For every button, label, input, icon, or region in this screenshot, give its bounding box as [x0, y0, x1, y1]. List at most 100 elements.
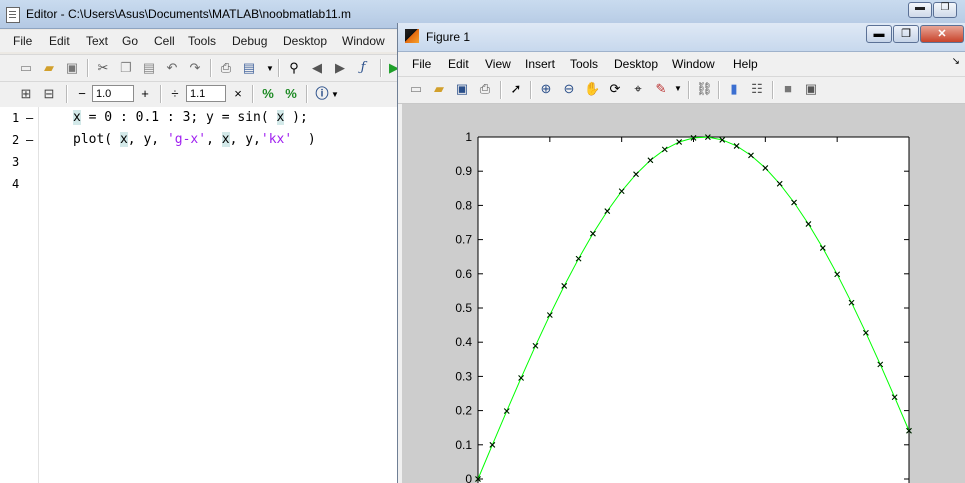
toolbar-separator	[210, 59, 212, 77]
back-arrow-icon[interactable]: ◀	[309, 60, 325, 76]
editor-menu-edit[interactable]: Edit	[49, 34, 70, 48]
figure-menu-help[interactable]: Help	[733, 57, 758, 71]
toolbar-separator	[380, 59, 382, 77]
figure-menu-view[interactable]: View	[485, 57, 511, 71]
editor-menu-desktop[interactable]: Desktop	[283, 34, 327, 48]
comment-percent-icon[interactable]: %	[260, 86, 276, 102]
chevron-down-icon[interactable]: ▼	[670, 81, 686, 97]
decrement-button[interactable]: −	[74, 86, 90, 102]
uncomment-percent-icon[interactable]: %	[283, 86, 299, 102]
plot-svg[interactable]: 0 0.1 0.2 0.3 0.4 0.5 0.6 0.7 0.8 0.9 1	[402, 104, 965, 483]
editor-menu-window[interactable]: Window	[342, 34, 385, 48]
hide-plot-tools-icon[interactable]: ■	[780, 81, 796, 97]
editor-menu-go[interactable]: Go	[122, 34, 138, 48]
line-marker[interactable]: –	[26, 133, 33, 147]
zoom-out-icon[interactable]: ⊖	[561, 81, 577, 97]
figure-window-buttons: ▬ ❐ ✕	[865, 25, 964, 43]
paste-icon[interactable]: ▤	[141, 60, 157, 76]
editor-minimize-button[interactable]: ▬	[908, 2, 932, 18]
legend-icon[interactable]: ☷	[749, 81, 765, 97]
print-icon[interactable]: ⎙	[218, 60, 234, 76]
function-icon[interactable]: ƒ	[355, 60, 371, 76]
y-tick-label: 0.3	[455, 369, 472, 383]
editor-window-buttons: ▬ ❐	[907, 2, 957, 18]
editor-maximize-button[interactable]: ❐	[933, 2, 957, 18]
line-marker[interactable]: –	[26, 111, 33, 125]
zoom-in-icon[interactable]: ⊕	[538, 81, 554, 97]
editor-title: Editor - C:\Users\Asus\Documents\MATLAB\…	[26, 7, 352, 21]
toolbar-separator	[718, 81, 720, 99]
toolbar-separator	[530, 81, 532, 99]
open-folder-icon[interactable]: ▰	[41, 60, 57, 76]
save-figure-icon[interactable]: ▣	[454, 81, 470, 97]
undo-icon[interactable]: ↶	[164, 60, 180, 76]
cell-value-field-1[interactable]: 1.0	[92, 85, 134, 102]
axes-background[interactable]	[478, 137, 909, 483]
figure-close-button[interactable]: ✕	[920, 25, 964, 43]
chevron-down-icon[interactable]: ▼	[327, 87, 343, 103]
figure-maximize-button[interactable]: ❐	[893, 25, 919, 43]
code-string: 'g-x'	[166, 132, 207, 147]
pan-hand-icon[interactable]: ✋	[584, 81, 600, 97]
data-cursor-icon[interactable]: ⌖	[630, 81, 646, 97]
editor-menu-text[interactable]: Text	[86, 34, 108, 48]
open-file-icon[interactable]: ▰	[431, 81, 447, 97]
figure-toolbar: ▭ ▰ ▣ ⎙ ➚ ⊕ ⊖ ✋ ⟳ ⌖ ✎ ▼ ⛓ ▮ ☷ ■ ▣	[398, 76, 965, 104]
figure-menu-edit[interactable]: Edit	[448, 57, 469, 71]
figure-titlebar[interactable]: Figure 1 ▬ ❐ ✕	[398, 23, 965, 52]
edit-plot-arrow-icon[interactable]: ➚	[508, 81, 524, 97]
increment-button[interactable]: +	[137, 86, 153, 102]
figure-menu-file[interactable]: File	[412, 57, 431, 71]
code-string: 'kx'	[260, 132, 293, 147]
divide-button[interactable]: ÷	[167, 86, 183, 102]
brush-icon[interactable]: ✎	[653, 81, 669, 97]
forward-arrow-icon[interactable]: ▶	[332, 60, 348, 76]
code-line-2[interactable]: plot( x, y, 'g-x', x, y,'kx' )	[73, 132, 316, 147]
code-token: x	[119, 132, 128, 147]
code-editor[interactable]: 1 – 2 – 3 4 x = 0 : 0.1 : 3; y = sin( x …	[0, 107, 400, 483]
figure-menu-tools[interactable]: Tools	[570, 57, 598, 71]
cell-value-field-2[interactable]: 1.1	[186, 85, 226, 102]
editor-menu-tools[interactable]: Tools	[188, 34, 216, 48]
copy-icon[interactable]: ❐	[118, 60, 134, 76]
link-plot-icon[interactable]: ⛓	[696, 81, 713, 97]
multiply-button[interactable]: ×	[230, 86, 246, 102]
figure-menu-desktop[interactable]: Desktop	[614, 57, 658, 71]
new-file-icon[interactable]: ▭	[18, 60, 34, 76]
editor-menu-debug[interactable]: Debug	[232, 34, 267, 48]
binoculars-icon[interactable]: ⚲	[286, 60, 302, 76]
rotate-3d-icon[interactable]: ⟳	[607, 81, 623, 97]
colorbar-icon[interactable]: ▮	[726, 81, 742, 97]
print-figure-icon[interactable]: ⎙	[477, 81, 493, 97]
editor-menu-cell[interactable]: Cell	[154, 34, 175, 48]
code-token: , y,	[127, 132, 167, 147]
figure-menu-insert[interactable]: Insert	[525, 57, 555, 71]
figure-title: Figure 1	[426, 30, 471, 44]
line-gutter: 1 – 2 – 3 4	[0, 107, 39, 483]
code-token: )	[292, 132, 316, 147]
cell-evaluate-icon[interactable]: ⊟	[41, 86, 57, 102]
redo-icon[interactable]: ↷	[187, 60, 203, 76]
figure-minimize-button[interactable]: ▬	[866, 25, 892, 43]
figure-menu-window[interactable]: Window	[672, 57, 715, 71]
code-line-1[interactable]: x = 0 : 0.1 : 3; y = sin( x );	[73, 110, 308, 125]
cut-icon[interactable]: ✂	[95, 60, 111, 76]
figure-window: Figure 1 ▬ ❐ ✕ File Edit View Insert Tools…	[397, 23, 965, 483]
toolbar-separator	[688, 81, 690, 99]
editor-menu-file[interactable]: File	[13, 34, 32, 48]
chevron-down-icon[interactable]: ▼	[262, 61, 278, 77]
show-plot-tools-icon[interactable]: ▣	[803, 81, 819, 97]
toolbar-separator	[772, 81, 774, 99]
line-number: 4	[12, 177, 20, 191]
save-icon[interactable]: ▣	[64, 60, 80, 76]
y-tick-label: 1	[465, 130, 472, 144]
dock-arrow-icon[interactable]: ↘	[952, 56, 960, 67]
minimize-icon: ▬	[873, 28, 885, 40]
new-figure-icon[interactable]: ▭	[408, 81, 424, 97]
line-number: 2	[12, 133, 20, 147]
code-token: );	[284, 110, 308, 125]
find-files-icon[interactable]: ▤	[241, 60, 257, 76]
insert-cell-icon[interactable]: ⊞	[18, 86, 34, 102]
toolbar-separator	[160, 85, 162, 103]
code-token: x	[73, 110, 81, 125]
